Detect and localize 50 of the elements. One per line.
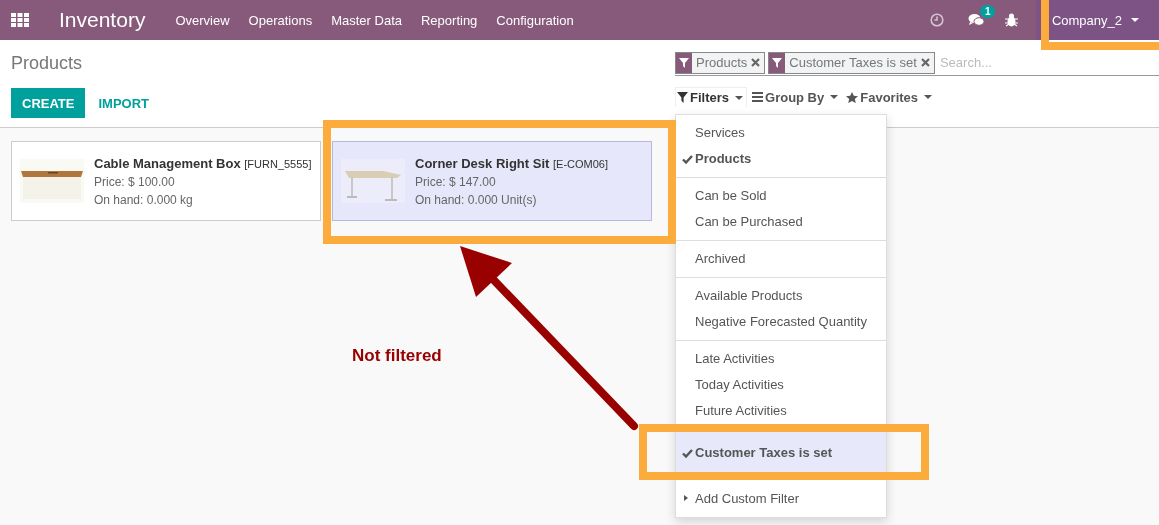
facet-label: Customer Taxes is set bbox=[789, 55, 917, 70]
filter-option[interactable]: Can be Purchased bbox=[676, 209, 886, 235]
filter-icon bbox=[677, 92, 688, 103]
menu-item[interactable]: Configuration bbox=[496, 12, 574, 28]
company-switcher[interactable]: Company_2 bbox=[1035, 0, 1159, 40]
close-icon[interactable] bbox=[920, 58, 930, 67]
filter-icon bbox=[772, 57, 783, 68]
add-custom-filter[interactable]: Add Custom Filter bbox=[676, 486, 886, 512]
app-title: Inventory bbox=[59, 8, 146, 32]
list-icon bbox=[752, 92, 763, 102]
search-option-button[interactable]: Favorites bbox=[845, 87, 936, 107]
search-facet[interactable]: Products bbox=[675, 51, 766, 74]
checkmark-icon bbox=[682, 154, 693, 164]
product-on-hand: On hand: 0.000 Unit(s) bbox=[415, 192, 538, 207]
filter-option[interactable]: Late Activities bbox=[676, 346, 886, 372]
menu-item[interactable]: Overview bbox=[175, 12, 230, 28]
star-icon bbox=[846, 91, 859, 103]
filter-option[interactable]: Available Products bbox=[676, 283, 886, 309]
apps-menu-icon[interactable] bbox=[11, 13, 29, 27]
annotation-text: Not filtered bbox=[352, 346, 442, 366]
menu-item[interactable]: Reporting bbox=[421, 12, 478, 28]
menu-item[interactable]: Master Data bbox=[331, 12, 402, 28]
product-price: Price: $ 100.00 bbox=[94, 174, 176, 189]
product-name: Corner Desk Right Sit [E-COM06] bbox=[415, 155, 608, 171]
product-price: Price: $ 147.00 bbox=[415, 174, 497, 189]
product-card[interactable]: Cable Management Box [FURN_5555] Price: $ 100.00 On hand: 0.000 kg bbox=[11, 141, 321, 221]
filter-option[interactable]: Negative Forecasted Quantity bbox=[676, 309, 886, 335]
filter-option[interactable]: Archived bbox=[676, 246, 886, 272]
filter-option[interactable]: Can be Sold bbox=[676, 183, 886, 209]
product-on-hand: On hand: 0.000 kg bbox=[94, 192, 194, 207]
checkmark-icon bbox=[682, 448, 693, 458]
filter-option[interactable]: Services bbox=[676, 120, 886, 146]
close-icon[interactable] bbox=[751, 58, 761, 67]
menu-item[interactable]: Operations bbox=[248, 12, 313, 28]
product-card[interactable]: Corner Desk Right Sit [E-COM06] Price: $ 147.00 On hand: 0.000 Unit(s) bbox=[332, 141, 652, 221]
product-name: Cable Management Box [FURN_5555] bbox=[94, 155, 312, 171]
search-option-button[interactable]: Group By bbox=[751, 87, 842, 107]
search-option-button[interactable]: Filters bbox=[675, 87, 747, 107]
filter-option[interactable]: Today Activities bbox=[676, 372, 886, 398]
chat-icon[interactable] bbox=[967, 13, 985, 27]
clock-icon[interactable] bbox=[929, 13, 944, 27]
facet-label: Products bbox=[696, 55, 748, 70]
search-field[interactable]: Search... bbox=[937, 54, 1159, 71]
filter-option[interactable]: Future Activities bbox=[676, 398, 886, 424]
filter-option[interactable]: Products bbox=[676, 146, 886, 172]
search-facet[interactable]: Customer Taxes is set bbox=[768, 51, 935, 74]
bug-icon[interactable] bbox=[1004, 13, 1018, 27]
page-title: Products bbox=[11, 53, 84, 74]
message-count: 1 bbox=[979, 5, 996, 18]
filter-icon bbox=[679, 57, 689, 68]
